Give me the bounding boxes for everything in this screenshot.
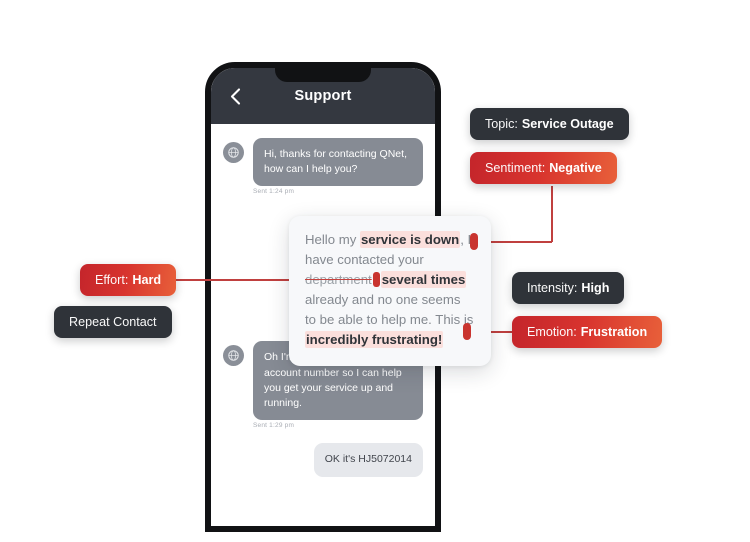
phone-notch [275, 68, 371, 82]
annotation-badge-intensity[interactable]: Intensity: High [512, 272, 625, 304]
annotation-badge-sentiment[interactable]: Sentiment: Negative [470, 152, 617, 184]
message-timestamp: Sent 1:29 pm [253, 422, 295, 430]
page-title: Support [294, 88, 352, 104]
highlight-several-times: several times [380, 271, 467, 289]
badge-label: Intensity: [527, 281, 578, 295]
strikethrough-department: department [305, 272, 372, 288]
highlighted-message-card: Hello my service is down, I have contact… [289, 216, 491, 367]
endcap-incredibly-frustrating [463, 323, 471, 340]
list-item: OK it's HJ5072014 [223, 443, 423, 477]
badge-value: Service Outage [521, 117, 614, 131]
annotation-badge-repeat-contact[interactable]: Repeat Contact [54, 306, 172, 338]
message-bubble: OK it's HJ5072014 [313, 443, 423, 477]
annotation-badge-effort[interactable]: Effort: Hard [80, 264, 177, 296]
badge-label: Sentiment: [485, 161, 546, 175]
chevron-left-icon[interactable] [227, 87, 243, 105]
illustration-canvas: Support Hi, thanks for contacting QNet, … [0, 0, 750, 542]
badge-value: Frustration [580, 325, 648, 339]
focus-text-plain-3: already and no one seems to be able to h… [305, 292, 474, 328]
badge-label: Topic: [485, 117, 518, 131]
endcap-service-is-down [470, 233, 478, 250]
annotation-badge-emotion[interactable]: Emotion: Frustration [512, 316, 663, 348]
annotation-badge-topic[interactable]: Topic: Service Outage [470, 108, 629, 140]
badge-label: Repeat Contact [69, 315, 157, 329]
highlight-incredibly-frustrating: incredibly frustrating! [305, 331, 444, 349]
focus-text-plain-1: Hello my [305, 232, 360, 247]
message-bubble: Hi, thanks for contacting QNet, how can … [253, 138, 423, 187]
badge-value: High [581, 281, 610, 295]
connector-effort-horizontal [170, 279, 307, 281]
badge-label: Effort: [95, 273, 129, 287]
list-item: Hi, thanks for contacting QNet, how can … [223, 138, 423, 187]
avatar [223, 142, 244, 163]
badge-value: Hard [132, 273, 162, 287]
badge-label: Emotion: [527, 325, 577, 339]
edit-marker-icon [372, 272, 380, 288]
connector-sentiment-vertical [551, 186, 553, 242]
badge-value: Negative [549, 161, 602, 175]
message-timestamp: Sent 1:24 pm [253, 188, 295, 196]
highlight-service-is-down: service is down [359, 231, 461, 248]
avatar [223, 345, 244, 367]
